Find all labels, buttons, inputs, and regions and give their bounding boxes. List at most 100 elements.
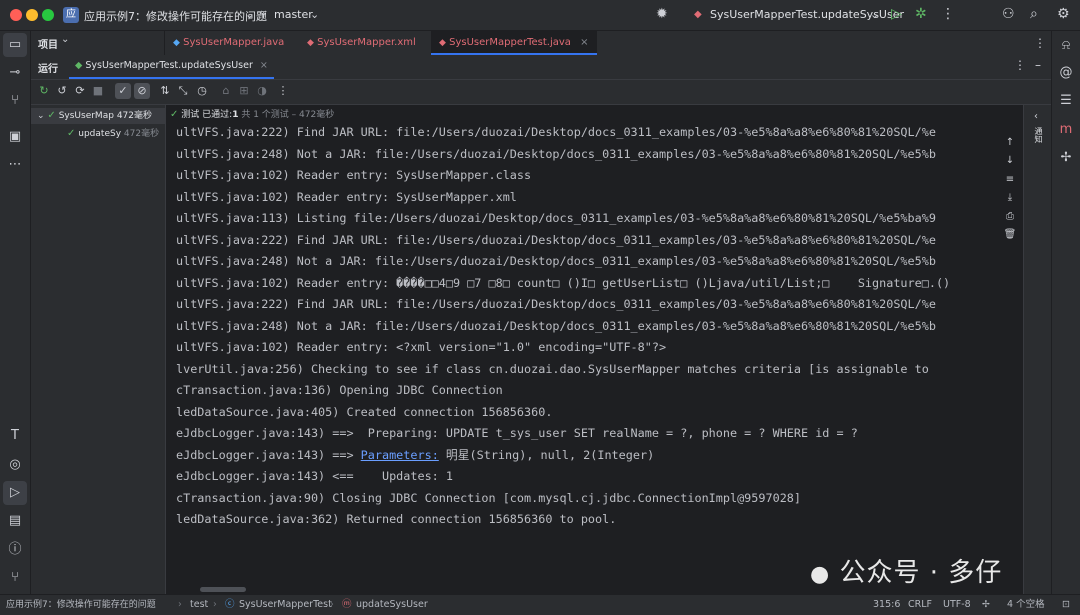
console-line: lverUtil.java:256) Checking to see if cl… <box>176 361 929 376</box>
git-branch-icon[interactable]: ⑂ <box>6 92 24 110</box>
chevron-down-icon[interactable]: ⌄ <box>310 8 319 21</box>
settings-gear-icon[interactable]: ⚙ <box>1057 6 1070 22</box>
file-encoding[interactable]: UTF-8 <box>943 595 971 615</box>
tab-label: SysUserMapper.java <box>183 37 285 48</box>
tree-node-child[interactable]: ✓ updateSy 472毫秒 <box>67 126 159 142</box>
indent-setting[interactable]: 4 个空格 <box>1007 595 1045 615</box>
close-tab-icon[interactable]: × <box>260 60 268 71</box>
project-folder-icon[interactable]: ▭ <box>3 33 27 57</box>
maximize-window-button[interactable] <box>42 9 54 21</box>
console-line: ultVFS.java:102) Reader entry: <?xml ver… <box>176 340 667 354</box>
caret-position[interactable]: 315:6 <box>873 595 900 615</box>
project-name[interactable]: 应用示例7：修改操作可能存在的问题 <box>84 8 267 24</box>
ai-assistant-icon[interactable]: @ <box>1057 64 1075 82</box>
horizontal-scrollbar[interactable] <box>200 587 246 592</box>
sort-by-duration-icon[interactable]: ⤡ <box>176 84 190 98</box>
tab-sysusermapper-java[interactable]: ◆ SysUserMapper.java <box>173 31 284 55</box>
tab-options-icon[interactable]: ⋮ <box>1034 31 1046 55</box>
chevron-left-icon[interactable]: ‹ <box>1034 111 1038 122</box>
rerun-failed-icon[interactable]: ↺ <box>55 84 69 98</box>
chevron-right-icon: › <box>178 599 182 610</box>
toggle-auto-test-icon[interactable]: ⟳ <box>73 84 87 98</box>
maven-icon[interactable]: m <box>1057 121 1075 139</box>
rerun-icon[interactable]: ↻ <box>37 84 51 98</box>
soft-wrap-icon[interactable]: ≡ <box>1003 173 1017 187</box>
chevron-down-icon[interactable]: ⌄ <box>61 34 69 45</box>
java-class-icon: ◆ <box>173 38 180 48</box>
parameters-link[interactable]: Parameters: <box>361 448 439 462</box>
coverage-icon[interactable]: ◑ <box>255 84 269 98</box>
console-line: eJdbcLogger.java:143) ==> Preparing: UPD… <box>176 426 858 440</box>
structure-icon[interactable]: ▣ <box>6 128 24 146</box>
run-panel-header: 运行 ◆ SysUserMapperTest.updateSysUser × ⋮… <box>31 55 1052 80</box>
run-icon[interactable]: ▷ <box>891 6 902 22</box>
close-tab-icon[interactable]: × <box>580 37 588 48</box>
chevron-down-icon[interactable]: ⌄ <box>245 8 254 21</box>
console-line-parameters: eJdbcLogger.java:143) ==> Parameters: 明星… <box>176 445 998 467</box>
plugin-status-icon[interactable]: ✢ <box>982 595 990 615</box>
debug-icon[interactable]: ✲ <box>915 6 927 22</box>
branch-selector[interactable]: master <box>274 8 313 21</box>
sort-icon[interactable]: ⇅ <box>158 84 172 98</box>
close-window-button[interactable] <box>10 9 22 21</box>
import-icon[interactable]: ⊞ <box>237 84 251 98</box>
breadcrumb-class[interactable]: SysUserMapperTest <box>239 595 332 615</box>
up-arrow-icon[interactable]: ↑ <box>1003 136 1017 150</box>
problems-icon[interactable]: ⓘ <box>6 541 24 559</box>
test-status-count: 1 <box>232 110 239 120</box>
more-icon[interactable]: ⋮ <box>1014 58 1026 72</box>
gradle-icon[interactable]: ✢ <box>1057 149 1075 167</box>
console-line: ultVFS.java:102) Reader entry: ����□□4□9… <box>176 275 951 290</box>
check-icon: ✓ <box>47 110 56 121</box>
database-icon[interactable]: ☰ <box>1057 92 1075 110</box>
left-tool-strip: ▭ ⊸ ⑂ ▣ ⋯ T ◎ ▷ ▤ ⓘ ⑂ <box>0 31 31 594</box>
breadcrumb-test[interactable]: test <box>190 595 208 615</box>
stop-icon[interactable]: ■ <box>91 84 105 98</box>
tree-node-name: SysUserMap <box>58 111 114 121</box>
add-user-icon[interactable]: ⚇ <box>1002 6 1015 22</box>
console-line: ultVFS.java:113) Listing file:/Users/duo… <box>176 211 936 225</box>
show-ignored-icon[interactable]: ⊘ <box>134 83 150 99</box>
debug-bug-icon[interactable]: ✹ <box>656 6 668 22</box>
more-tools-icon[interactable]: ⋯ <box>6 156 24 174</box>
more-icon[interactable]: ⋮ <box>941 6 955 22</box>
lock-icon[interactable]: ⊡ <box>1062 595 1070 615</box>
breadcrumb-method[interactable]: updateSysUser <box>356 595 428 615</box>
version-control-icon[interactable]: ⑂ <box>6 569 24 587</box>
tab-sysusermapper-xml[interactable]: ◆ SysUserMapper.xml <box>307 31 416 55</box>
scroll-to-end-icon[interactable]: ⤓ <box>1003 191 1017 205</box>
history-icon[interactable]: ◷ <box>195 84 209 98</box>
export-icon[interactable]: ⌂ <box>219 84 233 98</box>
minimize-window-button[interactable] <box>26 9 38 21</box>
run-tab[interactable]: ◆ SysUserMapperTest.updateSysUser × <box>69 55 274 79</box>
console-output[interactable]: ✓ 测试 已通过:1 共 1 个测试 – 472毫秒 ultVFS.java:2… <box>166 105 998 594</box>
project-panel-label[interactable]: 项目 <box>38 36 58 51</box>
chevron-down-icon[interactable]: ⌄ <box>870 8 879 21</box>
commit-icon[interactable]: ⊸ <box>6 64 24 82</box>
wechat-icon: ● <box>810 562 831 587</box>
terminal-icon[interactable]: ▤ <box>6 512 24 530</box>
search-icon[interactable]: ⌕ <box>1030 6 1038 22</box>
build-hammer-icon[interactable]: T <box>6 427 24 445</box>
test-passed-icon: ◆ <box>75 60 83 71</box>
show-passed-icon[interactable]: ✓ <box>115 83 131 99</box>
more-icon[interactable]: ⋮ <box>276 84 290 98</box>
breadcrumb-project[interactable]: 应用示例7：修改操作可能存在的问题 <box>6 595 156 615</box>
run-config-icon: ◆ <box>694 9 702 20</box>
services-icon[interactable]: ◎ <box>6 456 24 474</box>
line-separator[interactable]: CRLF <box>908 595 932 615</box>
side-panel-label[interactable]: 通知 <box>1033 127 1044 143</box>
print-icon[interactable]: ⎙ <box>1003 210 1017 224</box>
minimize-panel-icon[interactable]: – <box>1035 58 1041 72</box>
editor-tabs: ◆ SysUserMapper.java ◆ SysUserMapper.xml… <box>165 31 1052 56</box>
chevron-down-icon[interactable]: ⌄ <box>37 111 45 121</box>
console-line: ultVFS.java:222) Find JAR URL: file:/Use… <box>176 125 936 139</box>
trash-icon[interactable]: 🗑 <box>1003 228 1017 242</box>
project-badge[interactable]: 应 <box>63 7 79 23</box>
down-arrow-icon[interactable]: ↓ <box>1003 154 1017 168</box>
run-tool-icon[interactable]: ▷ <box>3 481 27 505</box>
tree-node-root[interactable]: ⌄ ✓ SysUserMap 472毫秒 <box>31 108 165 124</box>
notifications-bell-icon[interactable]: ⍾ <box>1057 37 1075 55</box>
tab-sysusermappertest-java[interactable]: ◆ SysUserMapperTest.java × <box>431 31 597 55</box>
console-line: ultVFS.java:102) Reader entry: SysUserMa… <box>176 189 517 204</box>
